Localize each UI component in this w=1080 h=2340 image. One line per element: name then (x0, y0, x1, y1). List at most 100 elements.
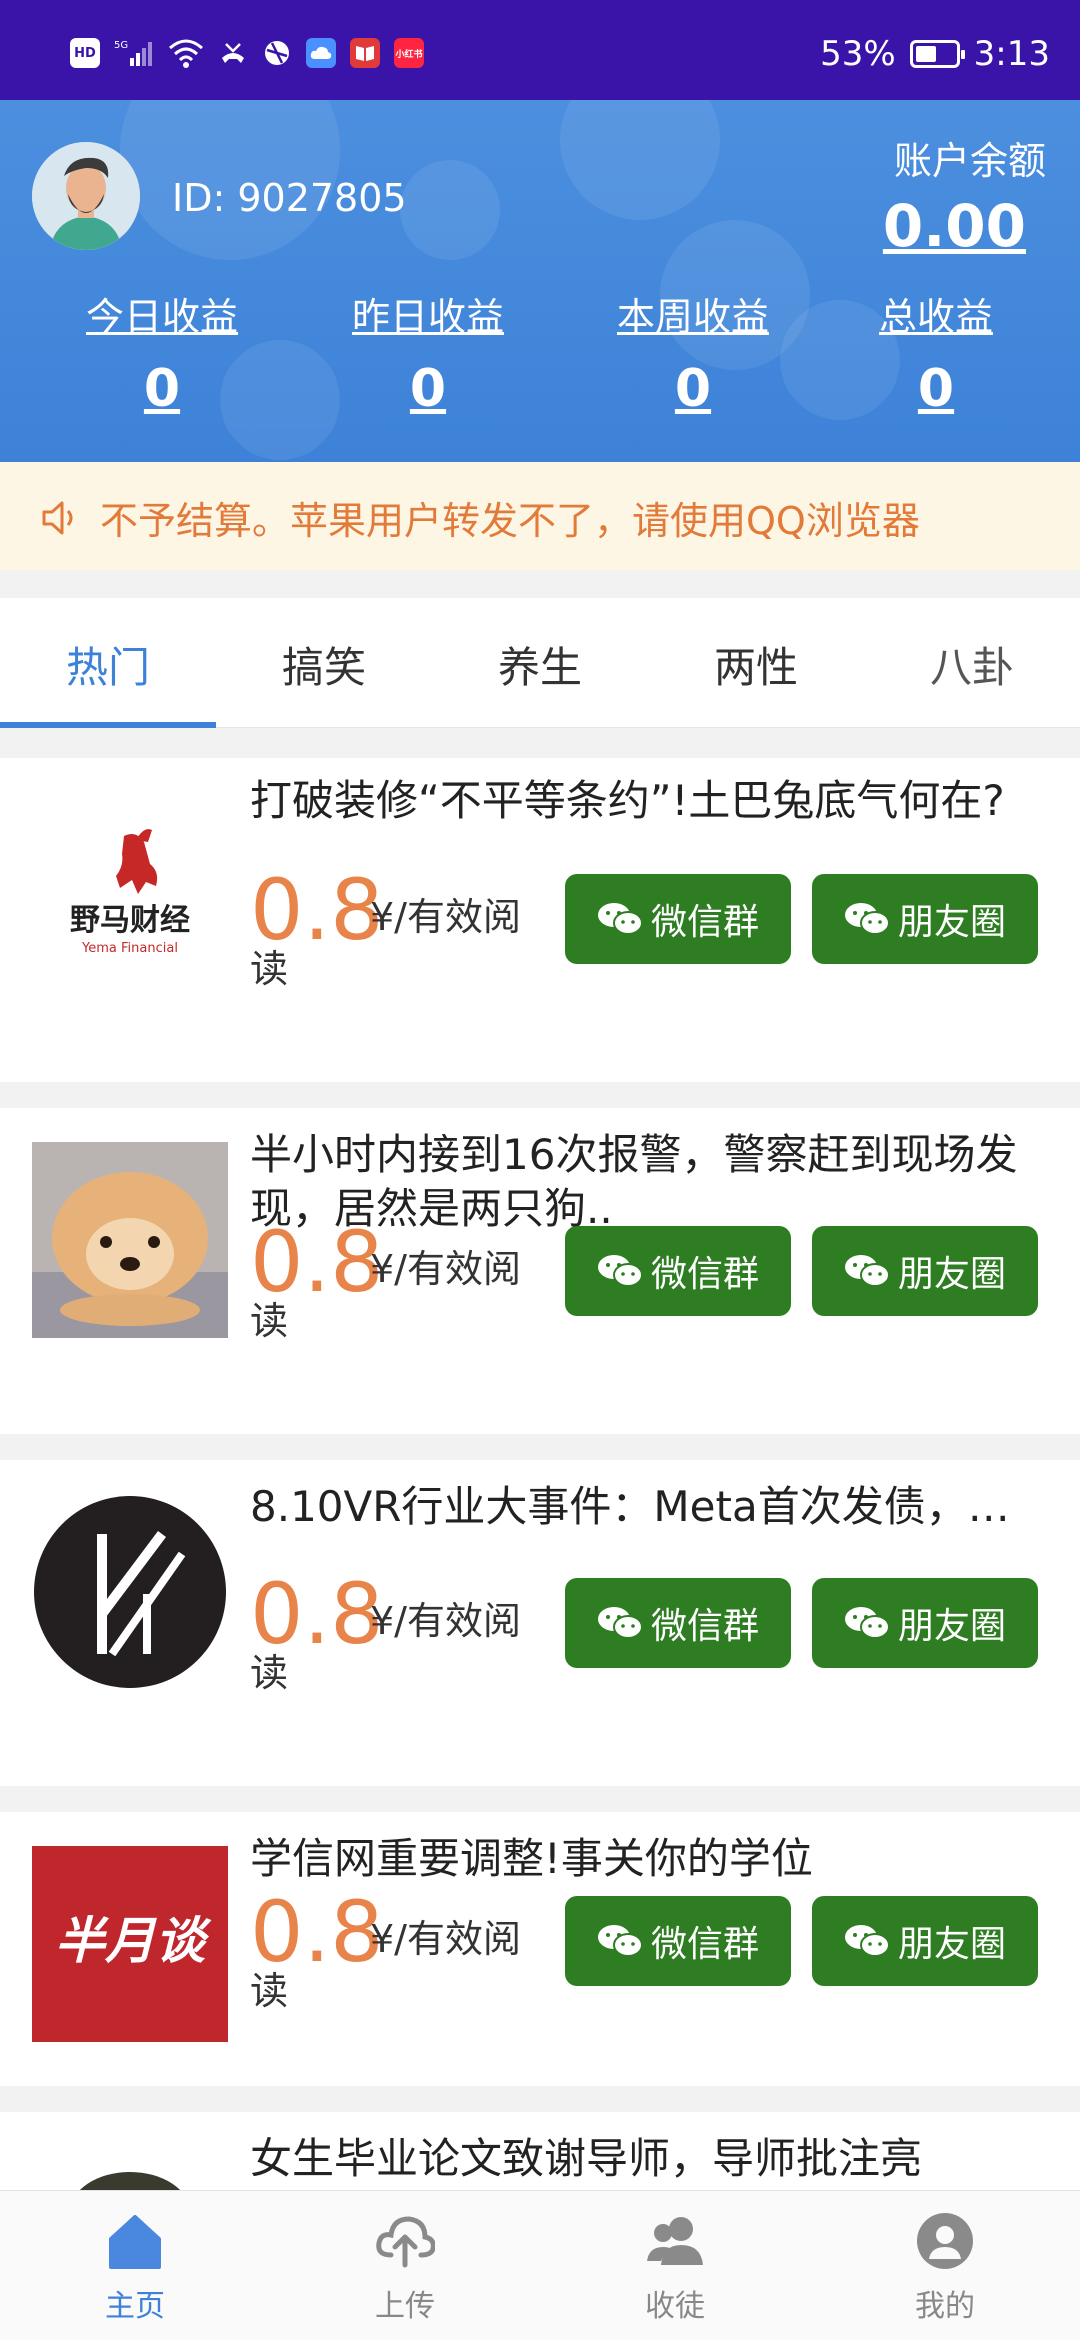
home-icon (109, 2215, 161, 2269)
decor-coin (400, 160, 500, 260)
avatar[interactable] (32, 142, 140, 250)
article-card[interactable]: 半月谈 学信网重要调整!事关你的学位 0.8 ¥/有效阅 读 微信群 朋友圈 (0, 1812, 1080, 2086)
tab-hot[interactable]: 热门 (0, 634, 216, 695)
notice-text: 不予结算。苹果用户转发不了，请使用QQ浏览器 (100, 499, 920, 543)
hd-icon: HD (70, 38, 100, 68)
wechat-icon (844, 903, 890, 935)
thumb-brand: 半月谈 (55, 1912, 212, 1970)
article-thumbnail: 野马财经 Yema Financial (32, 802, 228, 998)
users-icon (647, 2217, 703, 2265)
stat-value: 0 (409, 359, 447, 419)
notice-bar[interactable]: 不予结算。苹果用户转发不了，请使用QQ浏览器 (0, 462, 1080, 570)
upload-cloud-icon (376, 2216, 435, 2268)
user-id: ID: 9027805 (172, 176, 407, 220)
bottom-nav: 主页 上传 收徒 我的 (0, 2190, 1080, 2340)
wechat-icon (844, 1607, 890, 1639)
article-title[interactable]: 打破装修“不平等条约”!土巴兔底气何在? (250, 774, 1046, 828)
price-unit-tail: 读 (250, 947, 289, 991)
stat-value: 0 (917, 359, 955, 419)
price-unit-tail: 读 (250, 1651, 289, 1695)
tab-relationship[interactable]: 两性 (648, 634, 864, 695)
tab-funny[interactable]: 搞笑 (216, 634, 432, 695)
button-label: 朋友圈 (897, 902, 1006, 943)
banyuetan-logo: 半月谈 (32, 1846, 228, 2042)
button-label: 微信群 (650, 1924, 759, 1965)
tab-health[interactable]: 养生 (432, 634, 648, 695)
stat-label: 总收益 (878, 295, 993, 339)
stat-today[interactable]: 今日收益 0 (62, 286, 262, 419)
balance-label: 账户余额 (893, 139, 1046, 183)
share-moments-button[interactable]: 朋友圈 (812, 1226, 1038, 1316)
nav-upload[interactable]: 上传 (270, 2191, 540, 2340)
puppy-photo (32, 1142, 228, 1338)
price-unit: ¥/有效阅 (370, 1247, 521, 1291)
share-wechat-group-button[interactable]: 微信群 (565, 1578, 791, 1668)
stat-week[interactable]: 本周收益 0 (593, 286, 793, 419)
cloud-icon (306, 38, 336, 68)
stat-label: 今日收益 (85, 295, 238, 339)
nav-recruit[interactable]: 收徒 (540, 2191, 810, 2340)
button-label: 微信群 (650, 1606, 759, 1647)
button-label: 微信群 (650, 902, 759, 943)
battery-icon (909, 40, 965, 68)
wechat-icon (597, 1925, 643, 1957)
battery-percent: 53% (820, 34, 896, 74)
article-title[interactable]: 学信网重要调整!事关你的学位 (250, 1832, 1046, 1886)
nav-label: 上传 (375, 2289, 435, 2324)
price-unit-tail: 读 (250, 1969, 289, 2013)
stat-label: 本周收益 (616, 295, 769, 339)
button-label: 朋友圈 (897, 1254, 1006, 1295)
nav-home[interactable]: 主页 (0, 2191, 270, 2340)
signal-5g-icon: 5G (114, 40, 152, 66)
share-wechat-group-button[interactable]: 微信群 (565, 1896, 791, 1986)
wechat-icon (844, 1925, 890, 1957)
article-thumbnail (32, 1494, 228, 1690)
share-wechat-group-button[interactable]: 微信群 (565, 874, 791, 964)
price-unit-tail: 读 (250, 1299, 289, 1343)
thumb-brand: 野马财经 (70, 903, 190, 938)
category-tabs: 热门 搞笑 养生 两性 八卦 (0, 598, 1080, 728)
article-image (79, 2172, 181, 2190)
stat-value: 0 (674, 359, 712, 419)
decor-coin (560, 100, 720, 220)
button-label: 微信群 (650, 1254, 759, 1295)
share-moments-button[interactable]: 朋友圈 (812, 874, 1038, 964)
share-moments-button[interactable]: 朋友圈 (812, 1896, 1038, 1986)
nav-profile[interactable]: 我的 (810, 2191, 1080, 2340)
wifi-icon (169, 39, 203, 68)
balance-value[interactable]: 0.00 (883, 192, 1026, 260)
status-right: 53% 3:13 (820, 34, 1050, 74)
stat-yesterday[interactable]: 昨日收益 0 (328, 286, 528, 419)
stat-total[interactable]: 总收益 0 (856, 286, 1016, 419)
status-bar: HD 5G 小红书 53% 3:13 (0, 0, 1080, 100)
share-wechat-group-button[interactable]: 微信群 (565, 1226, 791, 1316)
price-unit: ¥/有效阅 (370, 1599, 521, 1643)
yema-logo: 野马财经 Yema Financial (70, 829, 190, 956)
xiaohongshu-icon: 小红书 (394, 38, 424, 68)
clock: 3:13 (973, 34, 1050, 74)
article-thumbnail (32, 1142, 228, 1338)
article-card[interactable]: 野马财经 Yema Financial 打破装修“不平等条约”!土巴兔底气何在?… (0, 758, 1080, 1082)
svg-text:5G: 5G (114, 40, 128, 51)
avatar-illustration (32, 142, 140, 250)
article-title[interactable]: 8.10VR行业大事件：Meta首次发债，筹资100亿美元；Unity在华成立新… (250, 1480, 1046, 1534)
article-card[interactable]: 8.10VR行业大事件：Meta首次发债，筹资100亿美元；Unity在华成立新… (0, 1460, 1080, 1786)
button-label: 朋友圈 (897, 1924, 1006, 1965)
browser-icon (265, 41, 289, 65)
share-moments-button[interactable]: 朋友圈 (812, 1578, 1038, 1668)
wechat-icon (597, 903, 643, 935)
button-label: 朋友圈 (897, 1606, 1006, 1647)
nav-label: 我的 (915, 2289, 975, 2324)
article-card[interactable]: 半小时内接到16次报警，警察赶到现场发现，居然是两只狗.. 0.8 ¥/有效阅 … (0, 1108, 1080, 1434)
speaker-icon (42, 501, 73, 535)
thumb-brand-sub: Yema Financial (81, 941, 178, 956)
article-title[interactable]: 女生毕业论文致谢导师，导师批注亮 (250, 2132, 1046, 2186)
tab-indicator (0, 722, 216, 728)
nav-label: 收徒 (645, 2289, 705, 2324)
tab-gossip[interactable]: 八卦 (864, 634, 1080, 695)
profile-icon (917, 2213, 973, 2269)
price-unit: ¥/有效阅 (370, 1917, 521, 1961)
book-icon (350, 38, 380, 68)
article-card[interactable]: 女生毕业论文致谢导师，导师批注亮 (0, 2112, 1080, 2190)
stat-value: 0 (143, 359, 181, 419)
